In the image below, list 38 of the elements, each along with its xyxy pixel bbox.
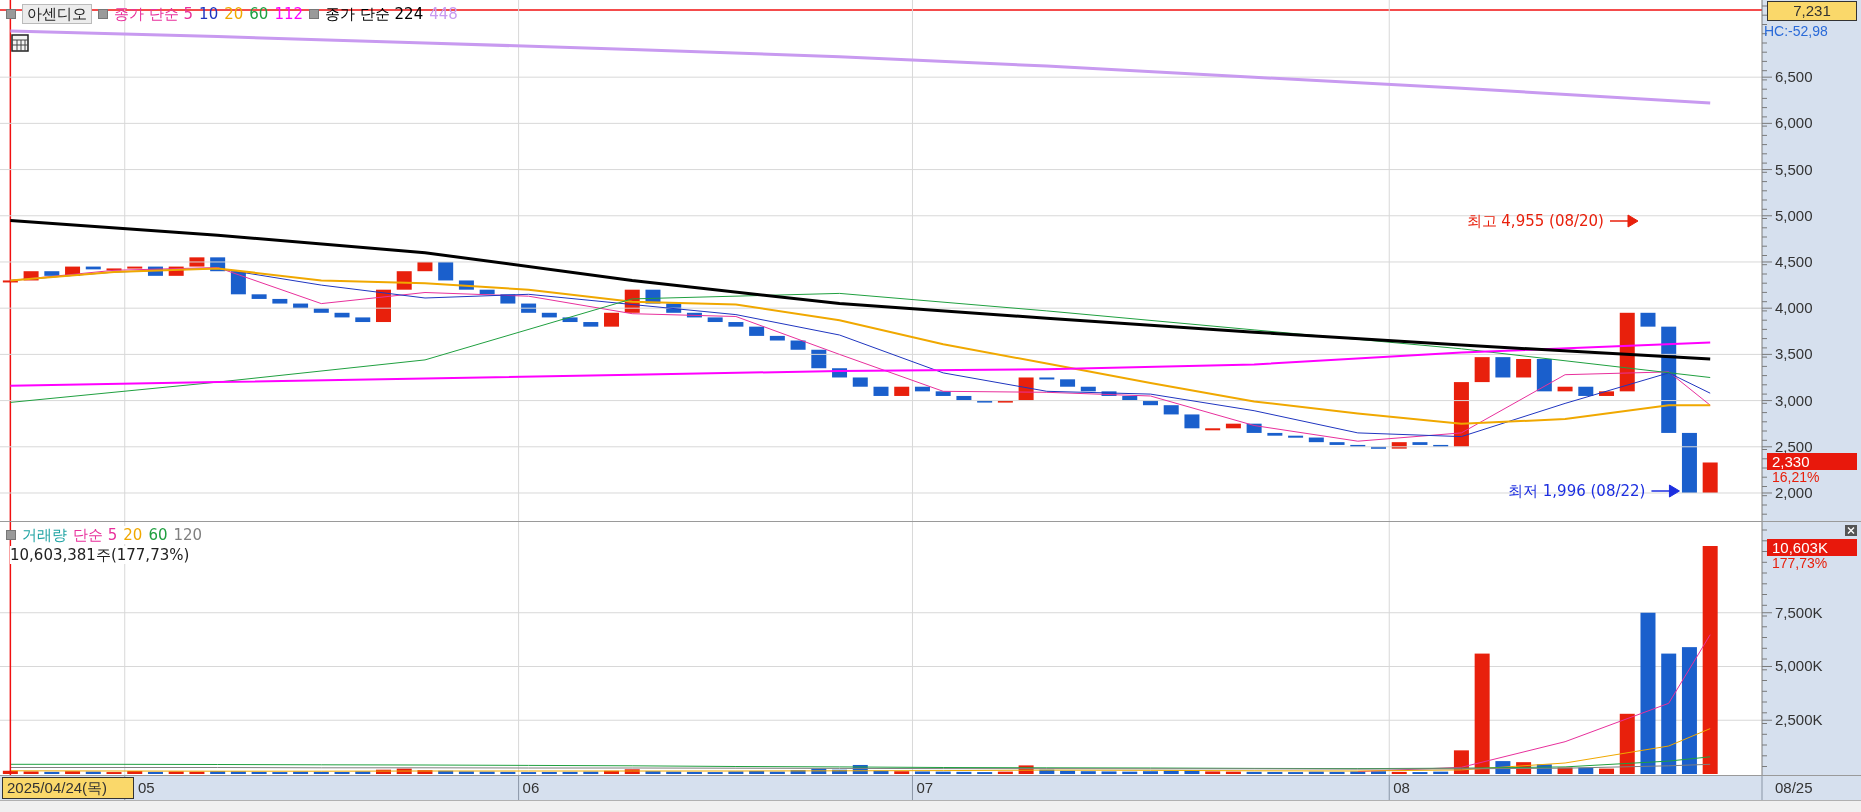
legend-label: 종가 단순 224 bbox=[325, 5, 424, 23]
legend-label: 단순 5 bbox=[73, 526, 118, 544]
price-marker: 7,231 bbox=[1767, 1, 1857, 21]
date-marker: 2025/04/24(목) bbox=[2, 777, 134, 799]
legend-label: 448 bbox=[429, 5, 458, 23]
axis-label: 2,000 bbox=[1775, 484, 1813, 501]
axis-label: 3,500 bbox=[1775, 345, 1813, 363]
axis-label: 3,000 bbox=[1775, 391, 1813, 409]
legend-label: 60 bbox=[249, 5, 269, 23]
legend-label: 20 bbox=[224, 5, 244, 23]
price-marker: 2,330 bbox=[1767, 453, 1857, 471]
legend-label: 10 bbox=[199, 5, 219, 23]
axis-label: 4,500 bbox=[1775, 252, 1813, 270]
axis-label: 6,000 bbox=[1775, 114, 1813, 132]
axis-label: 5,000 bbox=[1775, 206, 1813, 224]
annotation-label: 최고 4,955 (08/20) bbox=[1466, 212, 1604, 230]
axis-label: 6,500 bbox=[1775, 68, 1813, 86]
hc-value: HC:-52,98 bbox=[1764, 23, 1828, 39]
axis-label: 08 bbox=[1393, 779, 1410, 796]
volume-marker: 10,603K bbox=[1767, 539, 1857, 556]
axis-label: 4,000 bbox=[1775, 299, 1813, 317]
axis-label: 07 bbox=[916, 779, 934, 796]
change-rate: 177,73% bbox=[1772, 556, 1828, 570]
axis-label: 7,500K bbox=[1775, 603, 1823, 621]
change-rate: 16,21% bbox=[1772, 470, 1820, 485]
legend-label: 112 bbox=[274, 5, 303, 23]
axis-label: 05 bbox=[138, 779, 155, 796]
annotation-label: 최저 1,996 (08/22) bbox=[1508, 482, 1646, 500]
axis-label: 08/25 bbox=[1775, 779, 1813, 796]
axis-label: 2,500K bbox=[1775, 711, 1823, 729]
legend-label: 종가 단순 5 bbox=[114, 5, 194, 23]
axis-label: 5,000K bbox=[1775, 657, 1823, 675]
axis-label: 5,500 bbox=[1775, 160, 1813, 178]
axis-label: 06 bbox=[522, 779, 540, 796]
axis-label: 2,500 bbox=[1775, 437, 1813, 455]
legend-label: 거래량 bbox=[22, 526, 67, 544]
legend-label: 20 bbox=[123, 526, 143, 544]
volume-info: 10,603,381주(177,73%) bbox=[10, 546, 190, 564]
